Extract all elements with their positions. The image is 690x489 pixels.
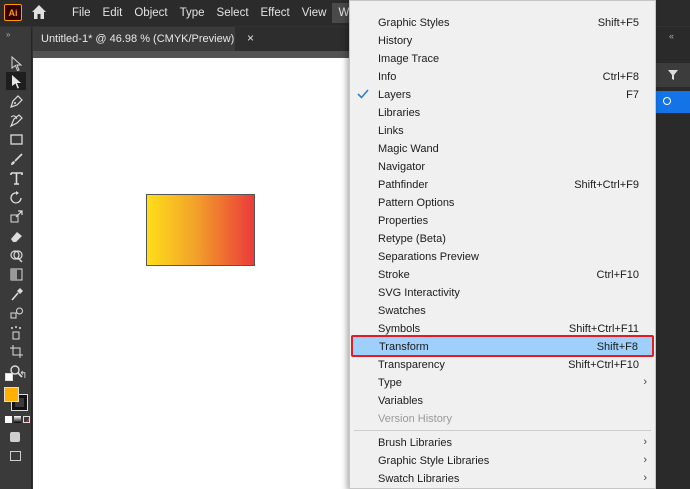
type-tool-icon[interactable]	[6, 169, 26, 187]
menu-item-libraries[interactable]: Libraries	[350, 104, 655, 122]
menu-item-navigator[interactable]: Navigator	[350, 158, 655, 176]
menu-item-transform[interactable]: Transform Shift+F8	[351, 335, 654, 357]
symbol-sprayer-tool-icon[interactable]	[6, 323, 26, 341]
window-menu-dropdown: Graphic Styles Shift+F5 History Image Tra…	[349, 0, 656, 489]
artboard-tool-icon[interactable]	[6, 342, 26, 360]
color-mode-icons[interactable]	[5, 416, 30, 423]
menu-item-graphic-style-libraries[interactable]: Graphic Style Libraries ›	[350, 452, 655, 470]
paintbrush-tool-icon[interactable]	[6, 150, 26, 168]
eyedropper-tool-icon[interactable]	[6, 285, 26, 303]
checkmark-icon	[357, 89, 369, 99]
menu-item-transparency[interactable]: Transparency Shift+Ctrl+F10	[350, 356, 655, 374]
rotate-tool-icon[interactable]	[6, 188, 26, 206]
menu-object[interactable]: Object	[128, 3, 173, 23]
menu-item-pathfinder[interactable]: Pathfinder Shift+Ctrl+F9	[350, 176, 655, 194]
submenu-arrow-icon: ›	[643, 472, 647, 484]
menu-item-svg-interactivity[interactable]: SVG Interactivity	[350, 284, 655, 302]
menu-item-links[interactable]: Links	[350, 122, 655, 140]
app-logo: Ai	[4, 4, 22, 21]
menu-item-history[interactable]: History	[350, 32, 655, 50]
menu-item-properties[interactable]: Properties	[350, 212, 655, 230]
document-tab-title: Untitled-1* @ 46.98 % (CMYK/Preview)	[41, 33, 235, 45]
panel-menu-chevrons[interactable]: «	[669, 31, 674, 41]
menu-separator	[354, 430, 651, 431]
menu-items: File Edit Object Type Select Effect View…	[66, 0, 386, 26]
document-tab[interactable]: Untitled-1* @ 46.98 % (CMYK/Preview)	[33, 27, 235, 51]
menu-item-graphic-styles[interactable]: Graphic Styles Shift+F5	[350, 14, 655, 32]
menu-view[interactable]: View	[296, 3, 333, 23]
menu-item-variables[interactable]: Variables	[350, 392, 655, 410]
menu-item-magic-wand[interactable]: Magic Wand	[350, 140, 655, 158]
home-icon[interactable]	[31, 4, 47, 20]
menu-file[interactable]: File	[66, 3, 97, 23]
target-circle-icon[interactable]	[663, 97, 671, 105]
menu-item-stroke[interactable]: Stroke Ctrl+F10	[350, 266, 655, 284]
eraser-tool-icon[interactable]	[6, 227, 26, 245]
menu-select[interactable]: Select	[211, 3, 255, 23]
submenu-arrow-icon: ›	[643, 454, 647, 466]
gradient-tool-icon[interactable]	[6, 265, 26, 283]
menu-item-separations-preview[interactable]: Separations Preview	[350, 248, 655, 266]
shape-builder-tool-icon[interactable]	[6, 246, 26, 264]
menu-item-info[interactable]: Info Ctrl+F8	[350, 68, 655, 86]
menu-item-swatch-libraries[interactable]: Swatch Libraries ›	[350, 470, 655, 488]
menu-item-pattern-options[interactable]: Pattern Options	[350, 194, 655, 212]
screen-mode-icon[interactable]	[10, 451, 21, 461]
swap-colors-icon[interactable]: ↰	[19, 370, 27, 381]
menu-item-version-history: Version History	[378, 413, 452, 425]
fill-swatch[interactable]	[4, 387, 19, 402]
pen-tool-icon[interactable]	[6, 92, 26, 110]
right-panel-dock: «	[655, 27, 690, 489]
submenu-arrow-icon: ›	[643, 376, 647, 388]
menu-item-retype[interactable]: Retype (Beta)	[350, 230, 655, 248]
menu-item-layers[interactable]: Layers F7	[350, 86, 655, 104]
selection-tool-icon[interactable]	[6, 54, 26, 72]
collapse-toolbar-icon[interactable]: »	[6, 30, 11, 39]
document-tab-bar: Untitled-1* @ 46.98 % (CMYK/Preview) ×	[33, 27, 350, 51]
menu-edit[interactable]: Edit	[97, 3, 129, 23]
menu-item-image-trace[interactable]: Image Trace	[350, 50, 655, 68]
close-icon[interactable]: ×	[247, 31, 254, 45]
default-colors-icon[interactable]	[5, 373, 13, 381]
artboard[interactable]	[33, 58, 350, 489]
menu-item-brush-libraries[interactable]: Brush Libraries ›	[350, 434, 655, 452]
menu-item-swatches[interactable]: Swatches	[350, 302, 655, 320]
gradient-rectangle[interactable]	[146, 194, 255, 266]
panel-header	[655, 63, 690, 87]
direct-selection-tool-icon[interactable]	[6, 72, 26, 90]
tools-panel: » ↰	[0, 27, 32, 489]
rectangle-tool-icon[interactable]	[6, 130, 26, 148]
filter-icon[interactable]	[667, 69, 679, 81]
curvature-tool-icon[interactable]	[6, 111, 26, 129]
blend-tool-icon[interactable]	[6, 304, 26, 322]
submenu-arrow-icon: ›	[643, 436, 647, 448]
menu-item-type[interactable]: Type ›	[350, 374, 655, 392]
scale-tool-icon[interactable]	[6, 207, 26, 225]
menu-effect[interactable]: Effect	[255, 3, 296, 23]
menu-type[interactable]: Type	[174, 3, 211, 23]
draw-mode-icon[interactable]	[10, 432, 20, 442]
selected-layer-row[interactable]	[655, 91, 690, 113]
